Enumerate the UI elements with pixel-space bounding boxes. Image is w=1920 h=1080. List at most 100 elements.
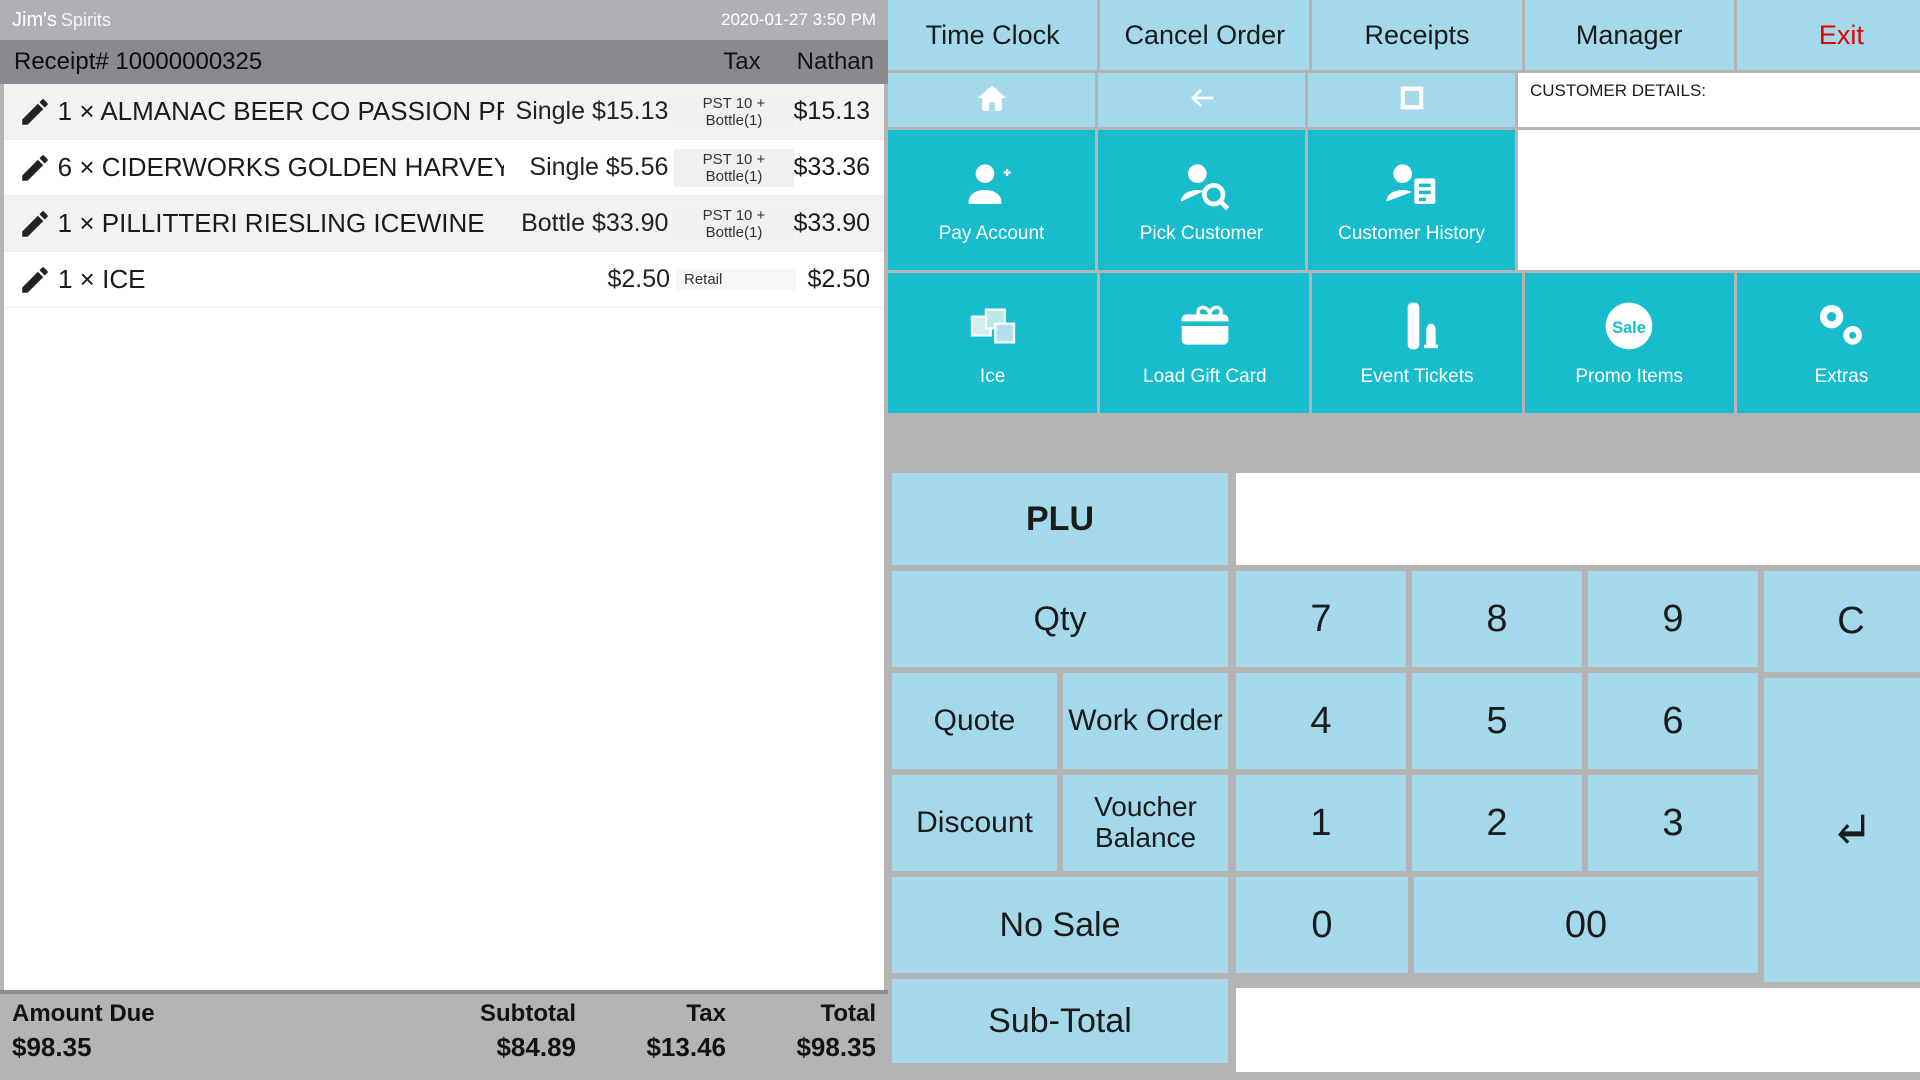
gears-icon: [1813, 298, 1869, 354]
screen-button[interactable]: [1308, 73, 1515, 127]
tile-label: Promo Items: [1575, 366, 1683, 388]
tile-label: Ice: [980, 366, 1005, 388]
function-keys: PLU Qty Quote Work Order Discount Vouche…: [892, 473, 1228, 1072]
sub-total-button[interactable]: Sub-Total: [892, 979, 1228, 1063]
time-clock-button[interactable]: Time Clock: [888, 0, 1097, 70]
nav-icons-row: CUSTOMER DETAILS:: [888, 73, 1920, 127]
receipts-button[interactable]: Receipts: [1312, 0, 1521, 70]
spacer: [888, 413, 1920, 469]
exit-button[interactable]: Exit: [1737, 0, 1920, 70]
load-gift-card-tile[interactable]: Load Gift Card: [1100, 273, 1309, 413]
tile-label: Extras: [1814, 366, 1868, 388]
key-clear[interactable]: C: [1764, 571, 1920, 672]
title-bar: Jim's Spirits 2020-01-27 3:50 PM: [0, 0, 888, 40]
tile-label: Pick Customer: [1140, 223, 1264, 245]
tax-column-label: Tax: [723, 48, 760, 76]
line-taxcode: PST 10 + Bottle(1): [674, 205, 793, 243]
svg-text:Sale: Sale: [1612, 319, 1646, 337]
event-tickets-tile[interactable]: Event Tickets: [1312, 273, 1521, 413]
home-icon: [975, 81, 1009, 120]
amount-due-label: Amount Due: [12, 1000, 426, 1028]
discount-button[interactable]: Discount: [892, 775, 1057, 871]
receipt-number: Receipt# 10000000325: [14, 48, 262, 76]
line-unit: Single $5.56: [504, 153, 669, 182]
total-label: Total: [726, 1000, 876, 1028]
customer-details-panel: CUSTOMER DETAILS:: [1518, 73, 1920, 127]
receipt-line[interactable]: 1 × PILLITTERI RIESLING ICEWINE Bottle $…: [4, 196, 884, 252]
receipt-lines: 1 × ALMANAC BEER CO PASSION PROJEC Singl…: [0, 84, 888, 990]
tax-label: Tax: [576, 1000, 726, 1028]
line-ext: $33.90: [794, 209, 874, 238]
line-ext: $2.50: [796, 265, 874, 294]
store-sub: Spirits: [61, 10, 111, 31]
amount-due-value: $98.35: [12, 1032, 426, 1063]
key-9[interactable]: 9: [1588, 571, 1758, 667]
line-desc: 6 × CIDERWORKS GOLDEN HARVEY: [58, 152, 504, 183]
receipt-header: Receipt# 10000000325 Tax Nathan: [0, 40, 888, 84]
manager-button[interactable]: Manager: [1525, 0, 1734, 70]
customer-history-tile[interactable]: Customer History: [1308, 130, 1515, 270]
line-unit: Single $15.13: [504, 97, 669, 126]
key-enter[interactable]: [1764, 678, 1920, 982]
ice-tile[interactable]: Ice: [888, 273, 1097, 413]
home-button[interactable]: [888, 73, 1095, 127]
receipt-line[interactable]: 1 × ICE $2.50 Retail $2.50: [4, 252, 884, 308]
wine-icon: [1389, 298, 1445, 354]
no-sale-button[interactable]: No Sale: [892, 877, 1228, 973]
line-ext: $15.13: [794, 97, 874, 126]
key-3[interactable]: 3: [1588, 775, 1758, 871]
entry-display[interactable]: [1236, 473, 1920, 565]
top-nav: Time Clock Cancel Order Receipts Manager…: [888, 0, 1920, 70]
qty-button[interactable]: Qty: [892, 571, 1228, 667]
total-value: $98.35: [726, 1032, 876, 1063]
key-6[interactable]: 6: [1588, 673, 1758, 769]
receipt-line[interactable]: 1 × ALMANAC BEER CO PASSION PROJEC Singl…: [4, 84, 884, 140]
tile-label: Customer History: [1338, 223, 1485, 245]
edit-icon[interactable]: [12, 151, 58, 185]
pick-customer-icon: [1174, 155, 1230, 211]
store-name: Jim's: [12, 9, 57, 32]
key-7[interactable]: 7: [1236, 571, 1406, 667]
cancel-order-button[interactable]: Cancel Order: [1100, 0, 1309, 70]
key-00[interactable]: 00: [1414, 877, 1758, 973]
voucher-balance-button[interactable]: Voucher Balance: [1063, 775, 1228, 871]
line-taxcode: PST 10 + Bottle(1): [674, 93, 793, 131]
sale-badge-icon: Sale: [1601, 298, 1657, 354]
tiles-row-1: Pay Account Pick Customer Customer Histo…: [888, 130, 1920, 270]
tiles-area: Pay Account Pick Customer Customer Histo…: [888, 130, 1920, 413]
edit-icon[interactable]: [12, 263, 58, 297]
edit-icon[interactable]: [12, 95, 58, 129]
enter-icon: [1831, 803, 1871, 858]
edit-icon[interactable]: [12, 207, 58, 241]
key-4[interactable]: 4: [1236, 673, 1406, 769]
key-8[interactable]: 8: [1412, 571, 1582, 667]
line-desc: 1 × ICE: [58, 264, 504, 295]
line-taxcode: PST 10 + Bottle(1): [674, 149, 793, 187]
arrow-left-icon: [1185, 81, 1219, 120]
quote-button[interactable]: Quote: [892, 673, 1057, 769]
keypad-area: PLU Qty Quote Work Order Discount Vouche…: [888, 469, 1920, 1080]
line-unit: Bottle $33.90: [504, 209, 669, 238]
key-0[interactable]: 0: [1236, 877, 1408, 973]
back-button[interactable]: [1098, 73, 1305, 127]
extras-tile[interactable]: Extras: [1737, 273, 1920, 413]
key-2[interactable]: 2: [1412, 775, 1582, 871]
action-column: Time Clock Cancel Order Receipts Manager…: [888, 0, 1920, 1080]
tiles-row-2: Ice Load Gift Card Event Tickets Sale Pr…: [888, 273, 1920, 413]
work-order-button[interactable]: Work Order: [1063, 673, 1228, 769]
plu-button[interactable]: PLU: [892, 473, 1228, 565]
receipt-line[interactable]: 6 × CIDERWORKS GOLDEN HARVEY Single $5.5…: [4, 140, 884, 196]
key-1[interactable]: 1: [1236, 775, 1406, 871]
line-unit: $2.50: [504, 265, 670, 294]
cashier-name: Nathan: [797, 48, 874, 76]
line-ext: $33.36: [794, 153, 874, 182]
subtotal-value: $84.89: [426, 1032, 576, 1063]
pay-account-tile[interactable]: Pay Account: [888, 130, 1095, 270]
promo-items-tile[interactable]: Sale Promo Items: [1525, 273, 1734, 413]
key-5[interactable]: 5: [1412, 673, 1582, 769]
pick-customer-tile[interactable]: Pick Customer: [1098, 130, 1305, 270]
tile-label: Load Gift Card: [1143, 366, 1267, 388]
line-desc: 1 × ALMANAC BEER CO PASSION PROJEC: [58, 96, 504, 127]
ice-icon: [965, 298, 1021, 354]
tax-value: $13.46: [576, 1032, 726, 1063]
